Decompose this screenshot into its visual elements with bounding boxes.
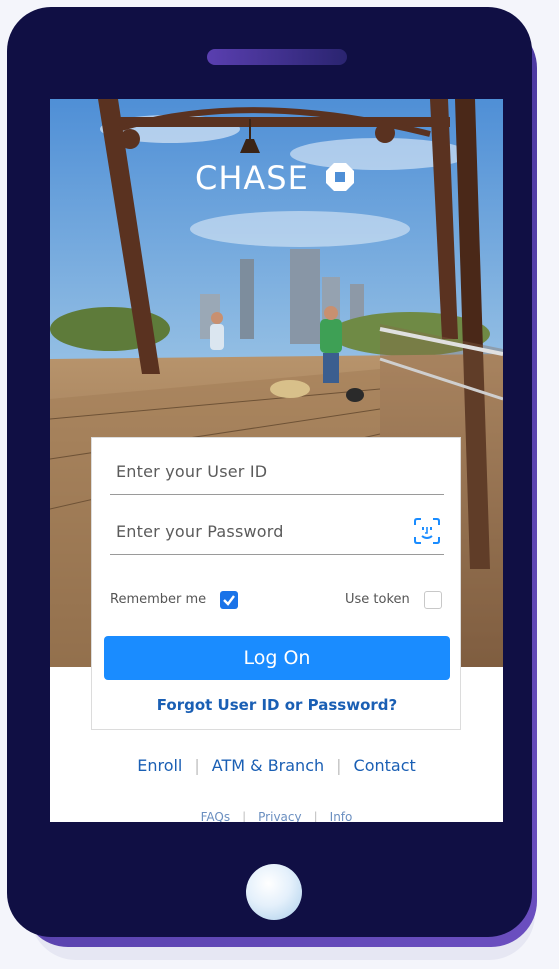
link-divider: | bbox=[194, 756, 200, 775]
home-button-icon[interactable] bbox=[246, 864, 302, 920]
password-placeholder: Enter your Password bbox=[116, 522, 284, 541]
login-card: Enter your User ID Enter your Password R… bbox=[91, 437, 461, 730]
sublink-divider: | bbox=[313, 810, 318, 822]
chase-octagon-icon bbox=[326, 163, 354, 191]
sublink-divider: | bbox=[242, 810, 247, 822]
info-link[interactable]: Info bbox=[330, 810, 353, 822]
enroll-link[interactable]: Enroll bbox=[137, 756, 182, 775]
remember-me-label: Remember me bbox=[110, 592, 207, 607]
password-field[interactable]: Enter your Password bbox=[110, 508, 444, 555]
contact-link[interactable]: Contact bbox=[354, 756, 416, 775]
privacy-link[interactable]: Privacy bbox=[258, 810, 301, 822]
remember-me-checkbox[interactable] bbox=[220, 591, 238, 609]
footer-links: Enroll | ATM & Branch | Contact bbox=[50, 756, 503, 775]
checkbox-checked-icon bbox=[223, 595, 235, 606]
link-divider: | bbox=[336, 756, 342, 775]
footer-sublinks: FAQs | Privacy | Info bbox=[50, 810, 503, 822]
app-screen: CHASE Enter your User ID Enter your Pass… bbox=[50, 99, 503, 822]
phone-frame: CHASE Enter your User ID Enter your Pass… bbox=[7, 7, 532, 937]
log-on-button[interactable]: Log On bbox=[104, 636, 450, 680]
forgot-credentials-link[interactable]: Forgot User ID or Password? bbox=[92, 696, 462, 714]
faqs-link[interactable]: FAQs bbox=[201, 810, 231, 822]
atm-branch-link[interactable]: ATM & Branch bbox=[212, 756, 324, 775]
chase-logo: CHASE bbox=[195, 159, 365, 197]
face-id-icon[interactable] bbox=[412, 516, 442, 546]
user-id-field[interactable]: Enter your User ID bbox=[110, 448, 444, 495]
brand-wordmark: CHASE bbox=[195, 159, 309, 197]
use-token-checkbox[interactable] bbox=[424, 591, 442, 609]
speaker-slot bbox=[207, 49, 347, 65]
login-options-row: Remember me Use token bbox=[110, 590, 444, 612]
use-token-label: Use token bbox=[345, 592, 410, 607]
user-id-placeholder: Enter your User ID bbox=[116, 462, 268, 481]
